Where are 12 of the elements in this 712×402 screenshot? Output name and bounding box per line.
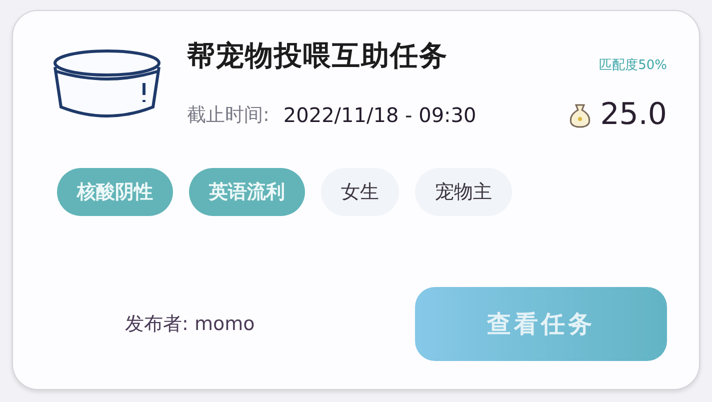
task-title: 帮宠物投喂互助任务 — [187, 38, 449, 74]
reward-amount: 25.0 — [600, 97, 667, 132]
tag: 英语流利 — [189, 168, 305, 216]
view-task-button[interactable]: 查看任务 — [415, 287, 667, 361]
deadline-value: 2022/11/18 - 09:30 — [283, 102, 478, 126]
tag: 女生 — [321, 168, 399, 216]
tag: 核酸阴性 — [57, 168, 173, 216]
money-bag-icon — [568, 102, 592, 128]
match-rate: 匹配度50% — [599, 57, 667, 74]
tag: 宠物主 — [415, 168, 512, 216]
publisher-text: 发布者: momo — [125, 312, 256, 337]
deadline-label: 截止时间: — [187, 102, 270, 128]
